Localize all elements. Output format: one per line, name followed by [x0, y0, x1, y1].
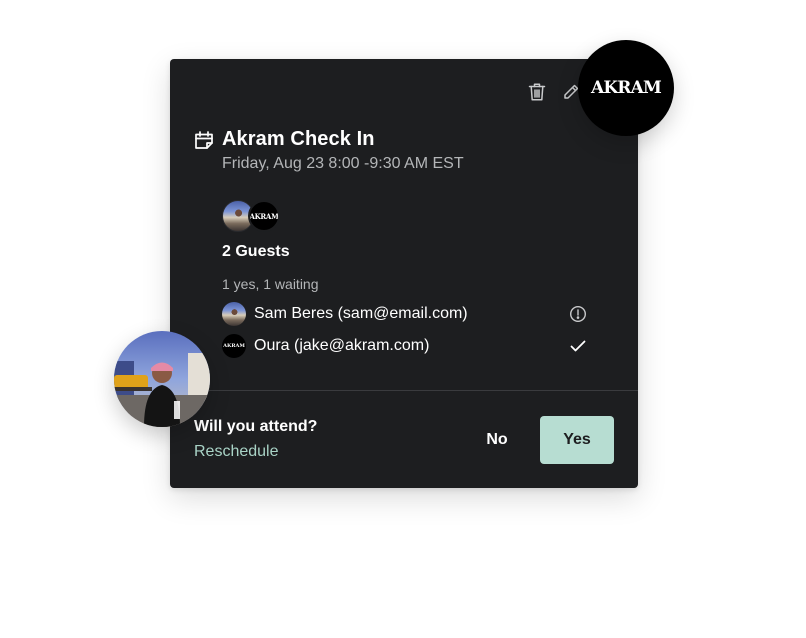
guest-name: Sam Beres (sam@email.com) — [254, 305, 468, 322]
guest-avatar-logo-text: AKRAM — [249, 211, 279, 221]
event-title-row: Akram Check In — [193, 128, 375, 151]
guest-avatar-logo: AKRAM — [248, 200, 280, 232]
page: Akram Check In Friday, Aug 23 8:00 -9:30… — [0, 0, 806, 638]
guests-status-summary: 1 yes, 1 waiting — [222, 276, 319, 292]
check-icon — [568, 336, 588, 356]
alert-circle-icon — [568, 304, 588, 324]
yes-button[interactable]: Yes — [540, 416, 614, 464]
brand-logo: AKRAM — [578, 40, 674, 136]
no-button[interactable]: No — [470, 416, 524, 464]
divider — [170, 390, 638, 391]
guest-row: AKRAM Oura (jake@akram.com) — [222, 334, 588, 358]
guests-count: 2 Guests — [222, 243, 290, 260]
event-title: Akram Check In — [222, 128, 375, 150]
calendar-icon — [193, 129, 215, 151]
guest-name: Oura (jake@akram.com) — [254, 337, 430, 354]
guest-avatar: AKRAM — [222, 334, 246, 358]
guest-avatar-logo-text: AKRAM — [223, 343, 245, 349]
trash-icon[interactable] — [526, 81, 548, 103]
guest-avatars: AKRAM — [222, 200, 282, 232]
event-datetime: Friday, Aug 23 8:00 -9:30 AM EST — [222, 155, 464, 172]
guest-row: Sam Beres (sam@email.com) — [222, 302, 588, 326]
user-avatar-photo — [114, 331, 210, 427]
attend-question: Will you attend? — [194, 418, 318, 435]
guest-avatar — [222, 302, 246, 326]
event-card: Akram Check In Friday, Aug 23 8:00 -9:30… — [170, 59, 638, 488]
reschedule-link[interactable]: Reschedule — [194, 443, 279, 461]
brand-logo-text: AKRAM — [590, 78, 662, 98]
